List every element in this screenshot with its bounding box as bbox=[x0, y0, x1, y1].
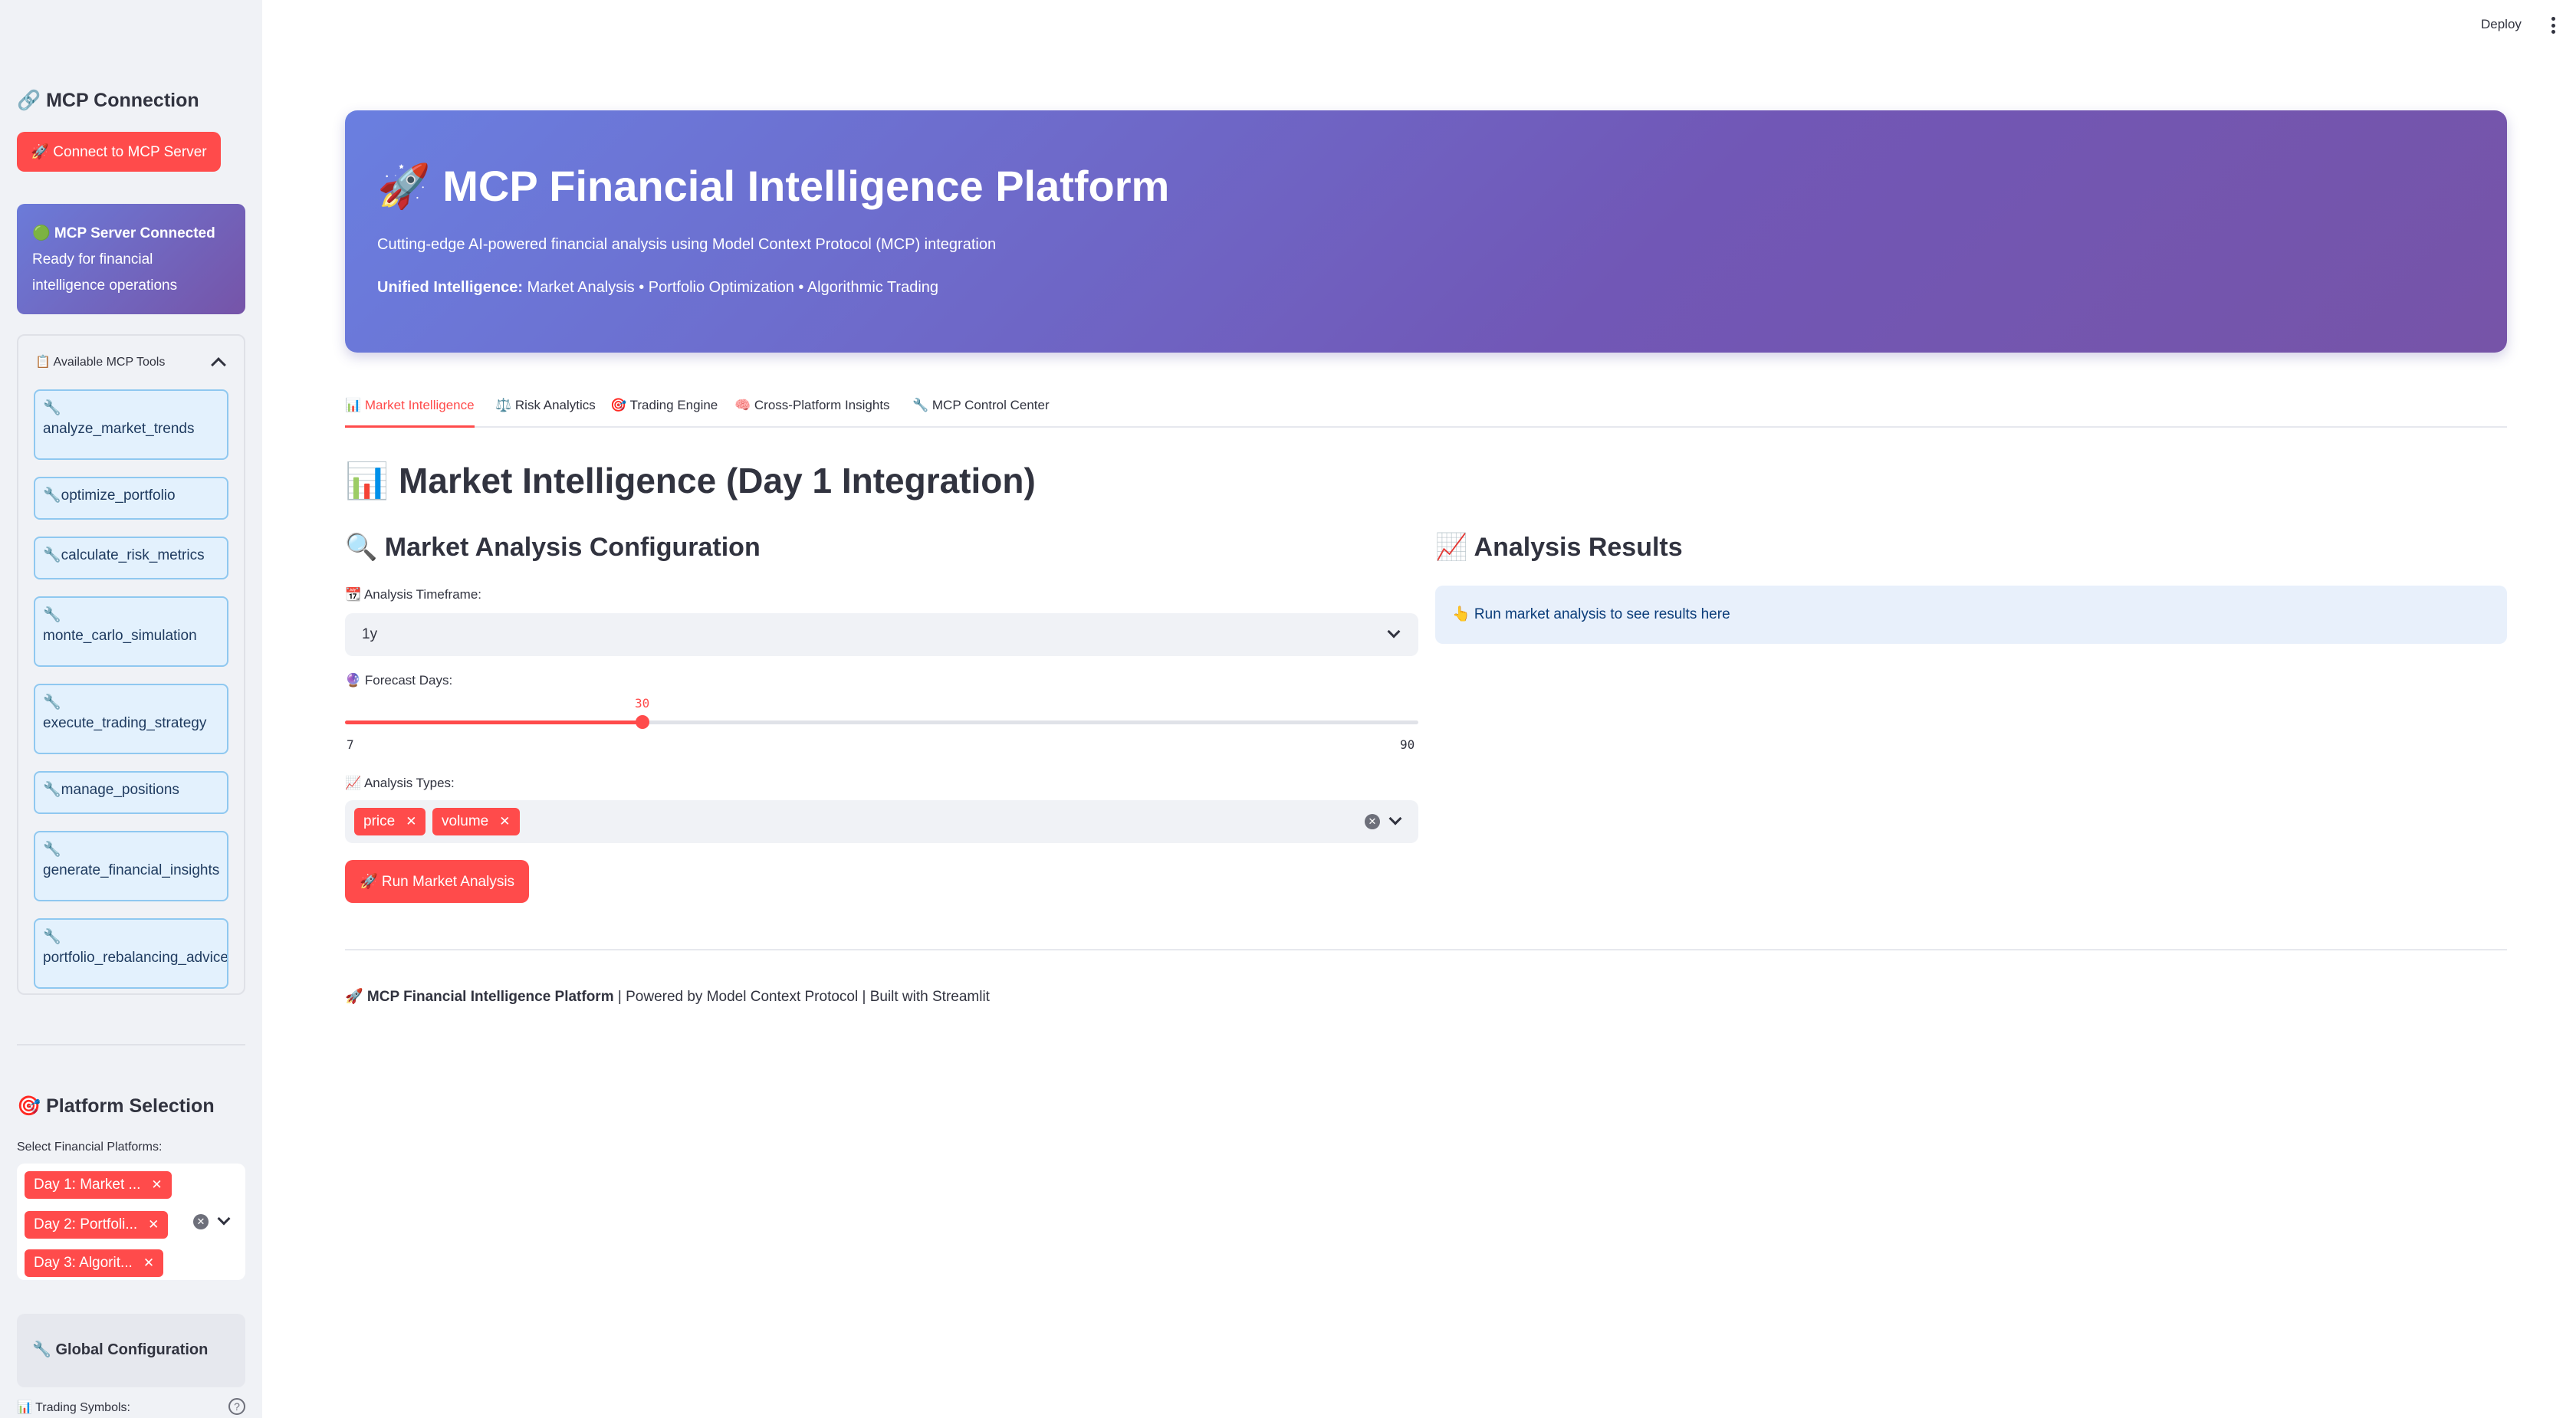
tab-trading-engine[interactable]: 🎯 Trading Engine bbox=[610, 394, 718, 428]
available-tools-expander: 📋 Available MCP Tools 🔧 analyze_market_t… bbox=[17, 334, 245, 995]
deploy-button[interactable]: Deploy bbox=[2481, 17, 2522, 32]
chevron-down-icon[interactable] bbox=[217, 1212, 231, 1226]
forecast-min: 7 bbox=[347, 737, 354, 752]
wrench-icon: 🔧 bbox=[43, 841, 61, 858]
footer: 🚀 MCP Financial Intelligence Platform | … bbox=[345, 989, 990, 1005]
chevron-down-icon[interactable] bbox=[1388, 812, 1402, 826]
wrench-icon: 🔧 bbox=[43, 399, 61, 416]
wrench-icon: 🔧 bbox=[43, 781, 61, 798]
config-heading: 🔍 Market Analysis Configuration bbox=[345, 533, 761, 562]
target-icon: 🎯 bbox=[17, 1095, 41, 1117]
app-title: 🚀 MCP Financial Intelligence Platform bbox=[377, 162, 1170, 210]
tool-generate-financial-insights: 🔧 generate_financial_insights bbox=[34, 831, 228, 901]
analysis-types-multiselect[interactable]: price ✕ volume ✕ ✕ bbox=[345, 800, 1418, 843]
chevron-up-icon bbox=[211, 357, 226, 373]
forecast-max: 90 bbox=[1400, 737, 1415, 752]
platform-multiselect[interactable]: Day 1: Market ... ✕ Day 2: Portfoli... ✕ D… bbox=[17, 1164, 245, 1280]
clear-all-icon[interactable]: ✕ bbox=[1365, 814, 1380, 829]
platform-selection-heading: 🎯 Platform Selection bbox=[17, 1095, 215, 1117]
wrench-icon: 🔧 bbox=[43, 928, 61, 945]
trading-symbols-label: 📊 Trading Symbols: bbox=[17, 1401, 130, 1414]
tools-expander-header[interactable]: 📋 Available MCP Tools bbox=[35, 346, 228, 377]
tool-monte-carlo-simulation: 🔧 monte_carlo_simulation bbox=[34, 596, 228, 667]
hero-subtitle: Cutting-edge AI-powered financial analys… bbox=[377, 236, 997, 253]
timeframe-label: 📆 Analysis Timeframe: bbox=[345, 587, 481, 602]
results-info-box: 👆 Run market analysis to see results her… bbox=[1435, 586, 2507, 644]
global-configuration-expander[interactable]: 🔧 Global Configuration bbox=[17, 1314, 245, 1387]
section-title: 📊 Market Intelligence (Day 1 Integration… bbox=[345, 461, 1036, 501]
platform-select-label: Select Financial Platforms: bbox=[17, 1141, 163, 1154]
results-heading: 📈 Analysis Results bbox=[1435, 533, 1683, 562]
forecast-slider[interactable] bbox=[345, 715, 1418, 729]
mcp-status-card: 🟢 MCP Server Connected Ready for financi… bbox=[17, 204, 245, 314]
wrench-icon: 🔧 bbox=[43, 694, 61, 711]
help-icon[interactable]: ? bbox=[228, 1398, 245, 1415]
tool-manage-positions: 🔧manage_positions bbox=[34, 771, 228, 814]
platform-chip[interactable]: Day 2: Portfoli... ✕ bbox=[25, 1211, 169, 1239]
tab-risk-analytics[interactable]: ⚖️ Risk Analytics bbox=[495, 394, 596, 428]
tool-analyze-market-trends: 🔧 analyze_market_trends bbox=[34, 389, 228, 460]
forecast-slider-thumb[interactable] bbox=[635, 715, 649, 729]
remove-chip-icon[interactable]: ✕ bbox=[151, 1177, 162, 1192]
platform-chip[interactable]: Day 1: Market ... ✕ bbox=[25, 1171, 172, 1199]
main-menu-icon[interactable] bbox=[2551, 17, 2556, 34]
hero-banner: 🚀 MCP Financial Intelligence Platform Cu… bbox=[345, 110, 2507, 353]
tool-execute-trading-strategy: 🔧 execute_trading_strategy bbox=[34, 684, 228, 754]
wrench-icon: 🔧 bbox=[43, 547, 61, 563]
analysis-type-chip[interactable]: volume ✕ bbox=[432, 808, 520, 835]
tool-optimize-portfolio: 🔧optimize_portfolio bbox=[34, 477, 228, 520]
tab-market-intelligence[interactable]: 📊 Market Intelligence bbox=[345, 394, 475, 428]
forecast-slider-value: 30 bbox=[634, 696, 650, 711]
connect-mcp-button[interactable]: 🚀 Connect to MCP Server bbox=[17, 132, 221, 172]
analysis-types-label: 📈 Analysis Types: bbox=[345, 776, 455, 790]
timeframe-select[interactable]: 1y bbox=[345, 613, 1418, 656]
tab-cross-platform-insights[interactable]: 🧠 Cross-Platform Insights bbox=[734, 394, 890, 428]
forecast-slider-fill bbox=[345, 720, 642, 724]
status-connected-text: 🟢 MCP Server Connected bbox=[32, 225, 215, 241]
tool-calculate-risk-metrics: 🔧calculate_risk_metrics bbox=[34, 537, 228, 579]
remove-chip-icon[interactable]: ✕ bbox=[148, 1217, 159, 1232]
tool-portfolio-rebalancing-advice: 🔧 portfolio_rebalancing_advice bbox=[34, 918, 228, 989]
main-tabs: 📊 Market Intelligence ⚖️ Risk Analytics … bbox=[345, 394, 2507, 428]
forecast-label: 🔮 Forecast Days: bbox=[345, 673, 453, 688]
sidebar-divider bbox=[17, 1044, 245, 1045]
remove-chip-icon[interactable]: ✕ bbox=[406, 814, 416, 829]
clear-all-icon[interactable]: ✕ bbox=[193, 1214, 209, 1229]
run-market-analysis-button[interactable]: 🚀 Run Market Analysis bbox=[345, 860, 529, 903]
sidebar: 🔗 MCP Connection 🚀 Connect to MCP Server… bbox=[0, 0, 262, 1418]
tab-mcp-control-center[interactable]: 🔧 MCP Control Center bbox=[912, 394, 1050, 428]
wrench-icon: 🔧 bbox=[43, 606, 61, 623]
analysis-type-chip[interactable]: price ✕ bbox=[354, 808, 426, 835]
link-icon: 🔗 bbox=[17, 89, 41, 111]
footer-divider bbox=[345, 949, 2507, 950]
platform-chip[interactable]: Day 3: Algorit... ✕ bbox=[25, 1249, 164, 1277]
mcp-connection-heading: 🔗 MCP Connection bbox=[17, 89, 199, 111]
remove-chip-icon[interactable]: ✕ bbox=[143, 1256, 154, 1270]
chevron-down-icon bbox=[1387, 625, 1401, 638]
remove-chip-icon[interactable]: ✕ bbox=[499, 814, 510, 829]
wrench-icon: 🔧 bbox=[43, 487, 61, 504]
hero-unified-line: Unified Intelligence: Market Analysis • … bbox=[377, 279, 939, 296]
